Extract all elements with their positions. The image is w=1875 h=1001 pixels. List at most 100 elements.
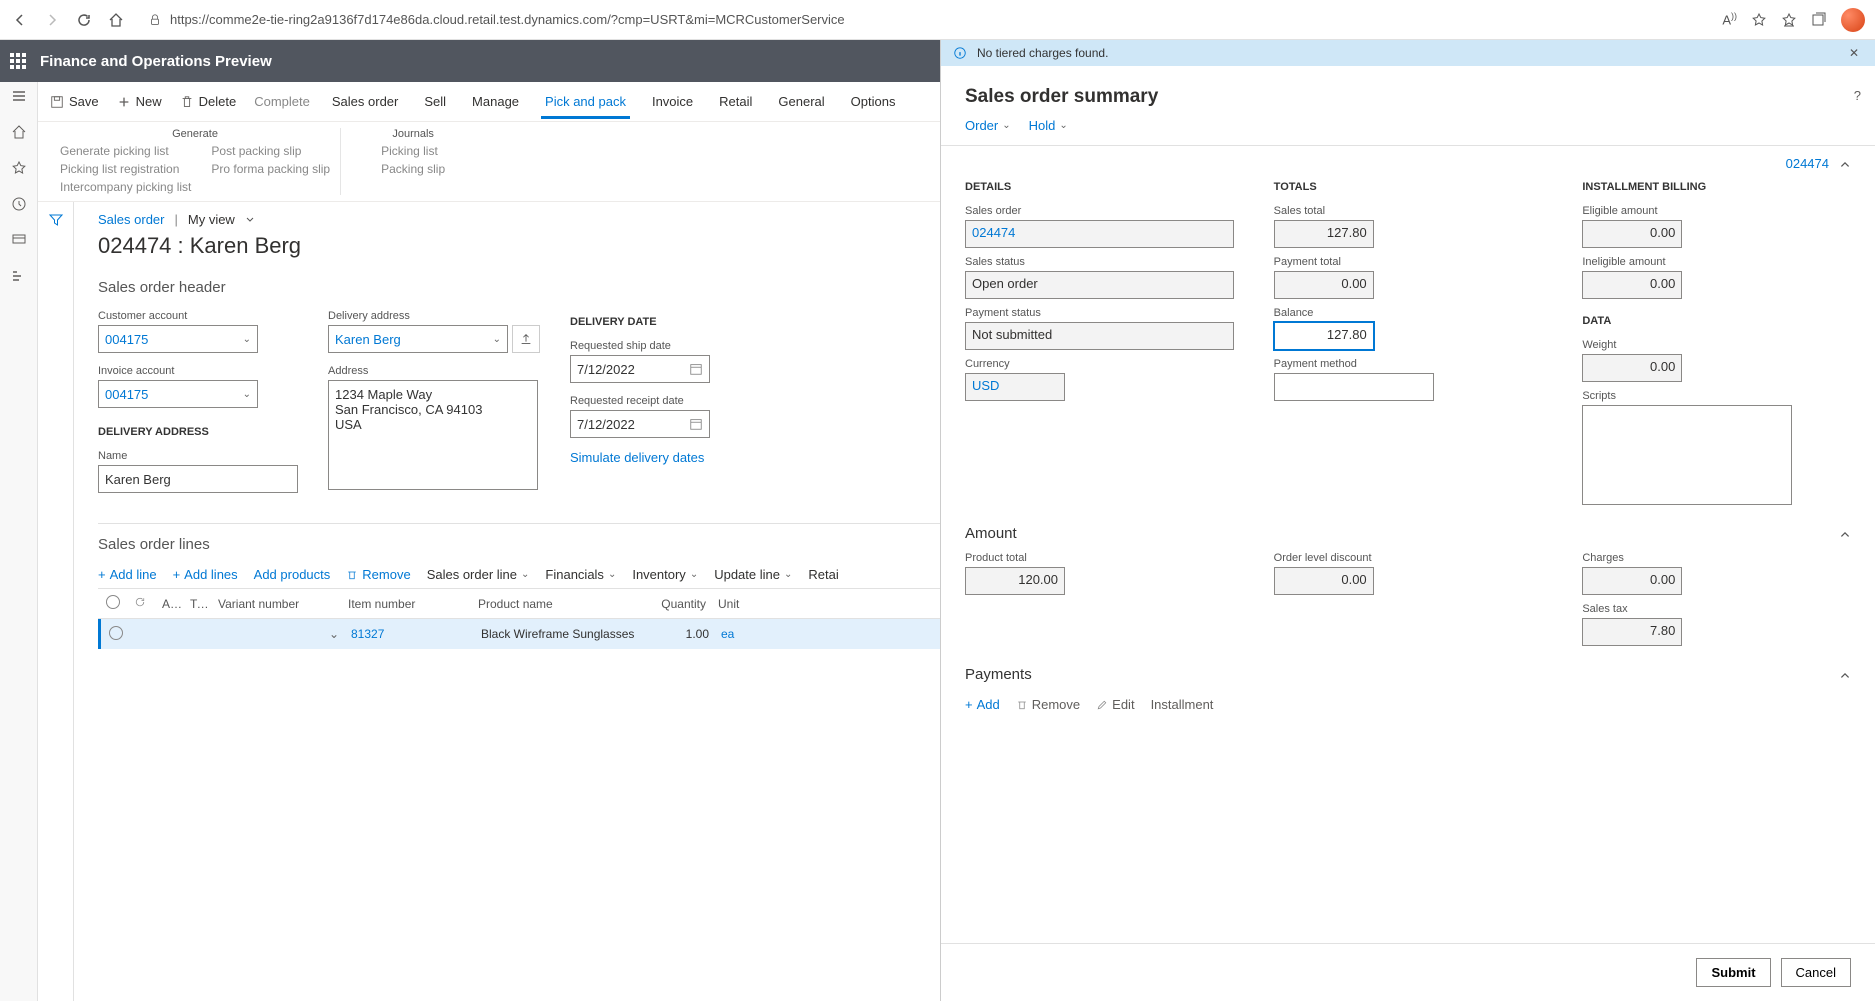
invoice-account-combo[interactable]: 004175⌄ <box>98 380 258 408</box>
sales-tax-field: 7.80 <box>1582 618 1682 646</box>
weight-field: 0.00 <box>1582 354 1682 382</box>
home-icon[interactable] <box>11 124 27 140</box>
tab-options[interactable]: Options <box>847 84 900 119</box>
sales-order-line-dropdown[interactable]: Sales order line⌄ <box>427 567 530 582</box>
installment-button[interactable]: Installment <box>1151 697 1214 712</box>
chevron-down-icon[interactable] <box>245 215 255 225</box>
balance-field[interactable]: 127.80 <box>1274 322 1374 350</box>
requested-ship-date[interactable]: 7/12/2022 <box>570 355 710 383</box>
name-input[interactable] <box>98 465 298 493</box>
panel-actions: Order⌄ Hold⌄ <box>941 118 1875 145</box>
tab-sell[interactable]: Sell <box>420 84 450 119</box>
hold-dropdown[interactable]: Hold⌄ <box>1029 118 1068 133</box>
left-rail <box>0 82 38 1001</box>
amount-section-header[interactable]: Amount <box>965 525 1851 542</box>
trash-icon <box>346 569 358 581</box>
intercompany-picking-list[interactable]: Intercompany picking list <box>60 180 191 194</box>
customer-account-combo[interactable]: 004175⌄ <box>98 325 258 353</box>
new-button[interactable]: New <box>117 94 162 109</box>
delete-button[interactable]: Delete <box>180 94 237 109</box>
chevron-up-icon[interactable] <box>1839 158 1851 170</box>
back-button[interactable] <box>10 10 30 30</box>
panel-body: 024474 DETAILS Sales order024474 Sales s… <box>941 145 1875 943</box>
address-lookup-button[interactable] <box>512 325 540 353</box>
scripts-field[interactable] <box>1582 405 1792 505</box>
edit-payment-button[interactable]: Edit <box>1096 697 1134 712</box>
filter-icon[interactable] <box>48 212 64 228</box>
forward-button[interactable] <box>42 10 62 30</box>
recent-icon[interactable] <box>11 196 27 212</box>
journal-picking-list[interactable]: Picking list <box>381 144 445 158</box>
pencil-icon <box>1096 699 1108 711</box>
browser-chrome: https://comme2e-tie-ring2a9136f7d174e86d… <box>0 0 1875 40</box>
generate-picking-list[interactable]: Generate picking list <box>60 144 191 158</box>
picking-list-registration[interactable]: Picking list registration <box>60 162 191 176</box>
add-line-button[interactable]: +Add line <box>98 567 157 582</box>
order-link[interactable]: 024474 <box>1786 156 1829 171</box>
journal-packing-slip[interactable]: Packing slip <box>381 162 445 176</box>
close-notice-button[interactable]: ✕ <box>1845 46 1863 60</box>
save-button[interactable]: Save <box>50 94 99 109</box>
address-textarea[interactable]: 1234 Maple Way San Francisco, CA 94103 U… <box>328 380 538 490</box>
post-packing-slip[interactable]: Post packing slip <box>211 144 330 158</box>
url-bar[interactable]: https://comme2e-tie-ring2a9136f7d174e86d… <box>138 8 1710 31</box>
sales-total-field: 127.80 <box>1274 220 1374 248</box>
app-title: Finance and Operations Preview <box>40 53 272 70</box>
financials-dropdown[interactable]: Financials⌄ <box>545 567 616 582</box>
update-line-dropdown[interactable]: Update line⌄ <box>714 567 792 582</box>
read-aloud-icon[interactable]: A)) <box>1722 11 1737 27</box>
favorite-icon[interactable] <box>1751 12 1767 28</box>
workspace-icon[interactable] <box>11 232 27 248</box>
add-lines-button[interactable]: +Add lines <box>173 567 238 582</box>
breadcrumb-link[interactable]: Sales order <box>98 212 164 227</box>
chevron-up-icon <box>1839 528 1851 540</box>
eligible-field: 0.00 <box>1582 220 1682 248</box>
delivery-address-combo[interactable]: Karen Berg⌄ <box>328 325 508 353</box>
favorites-bar-icon[interactable] <box>1781 12 1797 28</box>
remove-payment-button[interactable]: Remove <box>1016 697 1080 712</box>
calendar-icon <box>689 417 703 431</box>
tab-invoice[interactable]: Invoice <box>648 84 697 119</box>
add-payment-button[interactable]: +Add <box>965 697 1000 712</box>
order-dropdown[interactable]: Order⌄ <box>965 118 1011 133</box>
home-button[interactable] <box>106 10 126 30</box>
payment-method-field[interactable] <box>1274 373 1434 401</box>
refresh-button[interactable] <box>74 10 94 30</box>
payments-section-header[interactable]: Payments <box>965 666 1851 683</box>
collections-icon[interactable] <box>1811 12 1827 28</box>
browser-icons: A)) <box>1722 8 1865 32</box>
profile-avatar[interactable] <box>1841 8 1865 32</box>
remove-line-button[interactable]: Remove <box>346 567 410 582</box>
complete-button[interactable]: Complete <box>254 94 310 109</box>
app-launcher-icon[interactable] <box>10 53 26 69</box>
payment-total-field: 0.00 <box>1274 271 1374 299</box>
tab-sales-order[interactable]: Sales order <box>328 84 402 119</box>
submit-button[interactable]: Submit <box>1696 958 1770 987</box>
add-products-button[interactable]: Add products <box>254 567 331 582</box>
breadcrumb-view[interactable]: My view <box>188 212 235 227</box>
panel-footer: Submit Cancel <box>941 943 1875 1001</box>
inventory-dropdown[interactable]: Inventory⌄ <box>632 567 698 582</box>
tab-pick-and-pack[interactable]: Pick and pack <box>541 84 630 119</box>
cancel-button[interactable]: Cancel <box>1781 958 1851 987</box>
star-icon[interactable] <box>11 160 27 176</box>
ineligible-field: 0.00 <box>1582 271 1682 299</box>
sales-status-field: Open order <box>965 271 1234 299</box>
pro-forma-packing-slip[interactable]: Pro forma packing slip <box>211 162 330 176</box>
simulate-delivery-link[interactable]: Simulate delivery dates <box>570 450 750 465</box>
modules-icon[interactable] <box>11 268 27 284</box>
plus-icon <box>117 95 131 109</box>
hamburger-icon[interactable] <box>11 88 27 104</box>
tab-retail[interactable]: Retail <box>715 84 756 119</box>
retail-dropdown[interactable]: Retai <box>808 567 838 582</box>
currency-field: USD <box>965 373 1065 401</box>
tab-general[interactable]: General <box>774 84 828 119</box>
sales-order-summary-panel: No tiered charges found. ✕ ? Sales order… <box>940 40 1875 1001</box>
tab-manage[interactable]: Manage <box>468 84 523 119</box>
ribbon-group-generate: Generate Generate picking list Picking l… <box>50 128 341 195</box>
save-icon <box>50 95 64 109</box>
panel-title: Sales order summary <box>941 66 1875 118</box>
help-button[interactable]: ? <box>1854 88 1861 103</box>
refresh-icon[interactable] <box>134 596 146 608</box>
requested-receipt-date[interactable]: 7/12/2022 <box>570 410 710 438</box>
